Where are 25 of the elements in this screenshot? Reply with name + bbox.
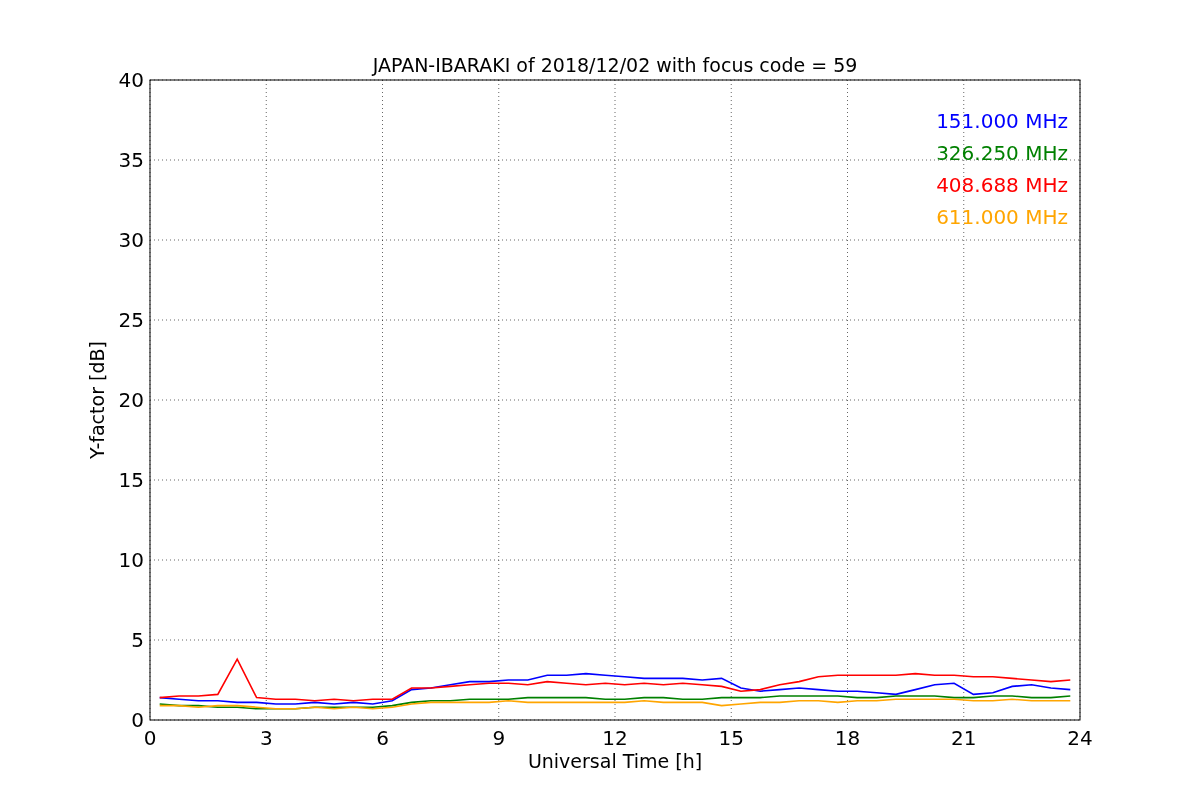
x-tick-label: 3: [259, 726, 273, 750]
y-tick-label: 20: [118, 388, 144, 412]
x-tick-label: 12: [602, 726, 628, 750]
legend-label: 408.688 MHz: [936, 173, 1068, 197]
y-tick-label: 0: [131, 708, 144, 732]
y-tick-label: 25: [118, 308, 144, 332]
y-tick-label: 35: [118, 148, 144, 172]
x-tick-label: 0: [143, 726, 157, 750]
y-tick-label: 10: [118, 548, 144, 572]
y-tick-label: 30: [118, 228, 144, 252]
y-axis-label: Y-factor [dB]: [86, 341, 108, 459]
x-tick-label: 6: [376, 726, 389, 750]
y-tick-label: 15: [118, 468, 144, 492]
x-tick-label: 21: [951, 726, 977, 750]
y-tick-label: 5: [131, 628, 144, 652]
x-axis-label: Universal Time [h]: [527, 750, 703, 772]
legend-label: 611.000 MHz: [936, 205, 1068, 229]
x-tick-label: 9: [492, 726, 506, 750]
chart-title: JAPAN-IBARAKI of 2018/12/02 with focus code = 59: [372, 54, 858, 76]
x-tick-label: 15: [718, 726, 744, 750]
x-tick-label: 18: [834, 726, 861, 750]
legend-label: 326.250 MHz: [936, 141, 1068, 165]
x-tick-label: 24: [1067, 726, 1093, 750]
legend-label: 151.000 MHz: [936, 109, 1068, 133]
y-tick-label: 40: [118, 68, 144, 92]
